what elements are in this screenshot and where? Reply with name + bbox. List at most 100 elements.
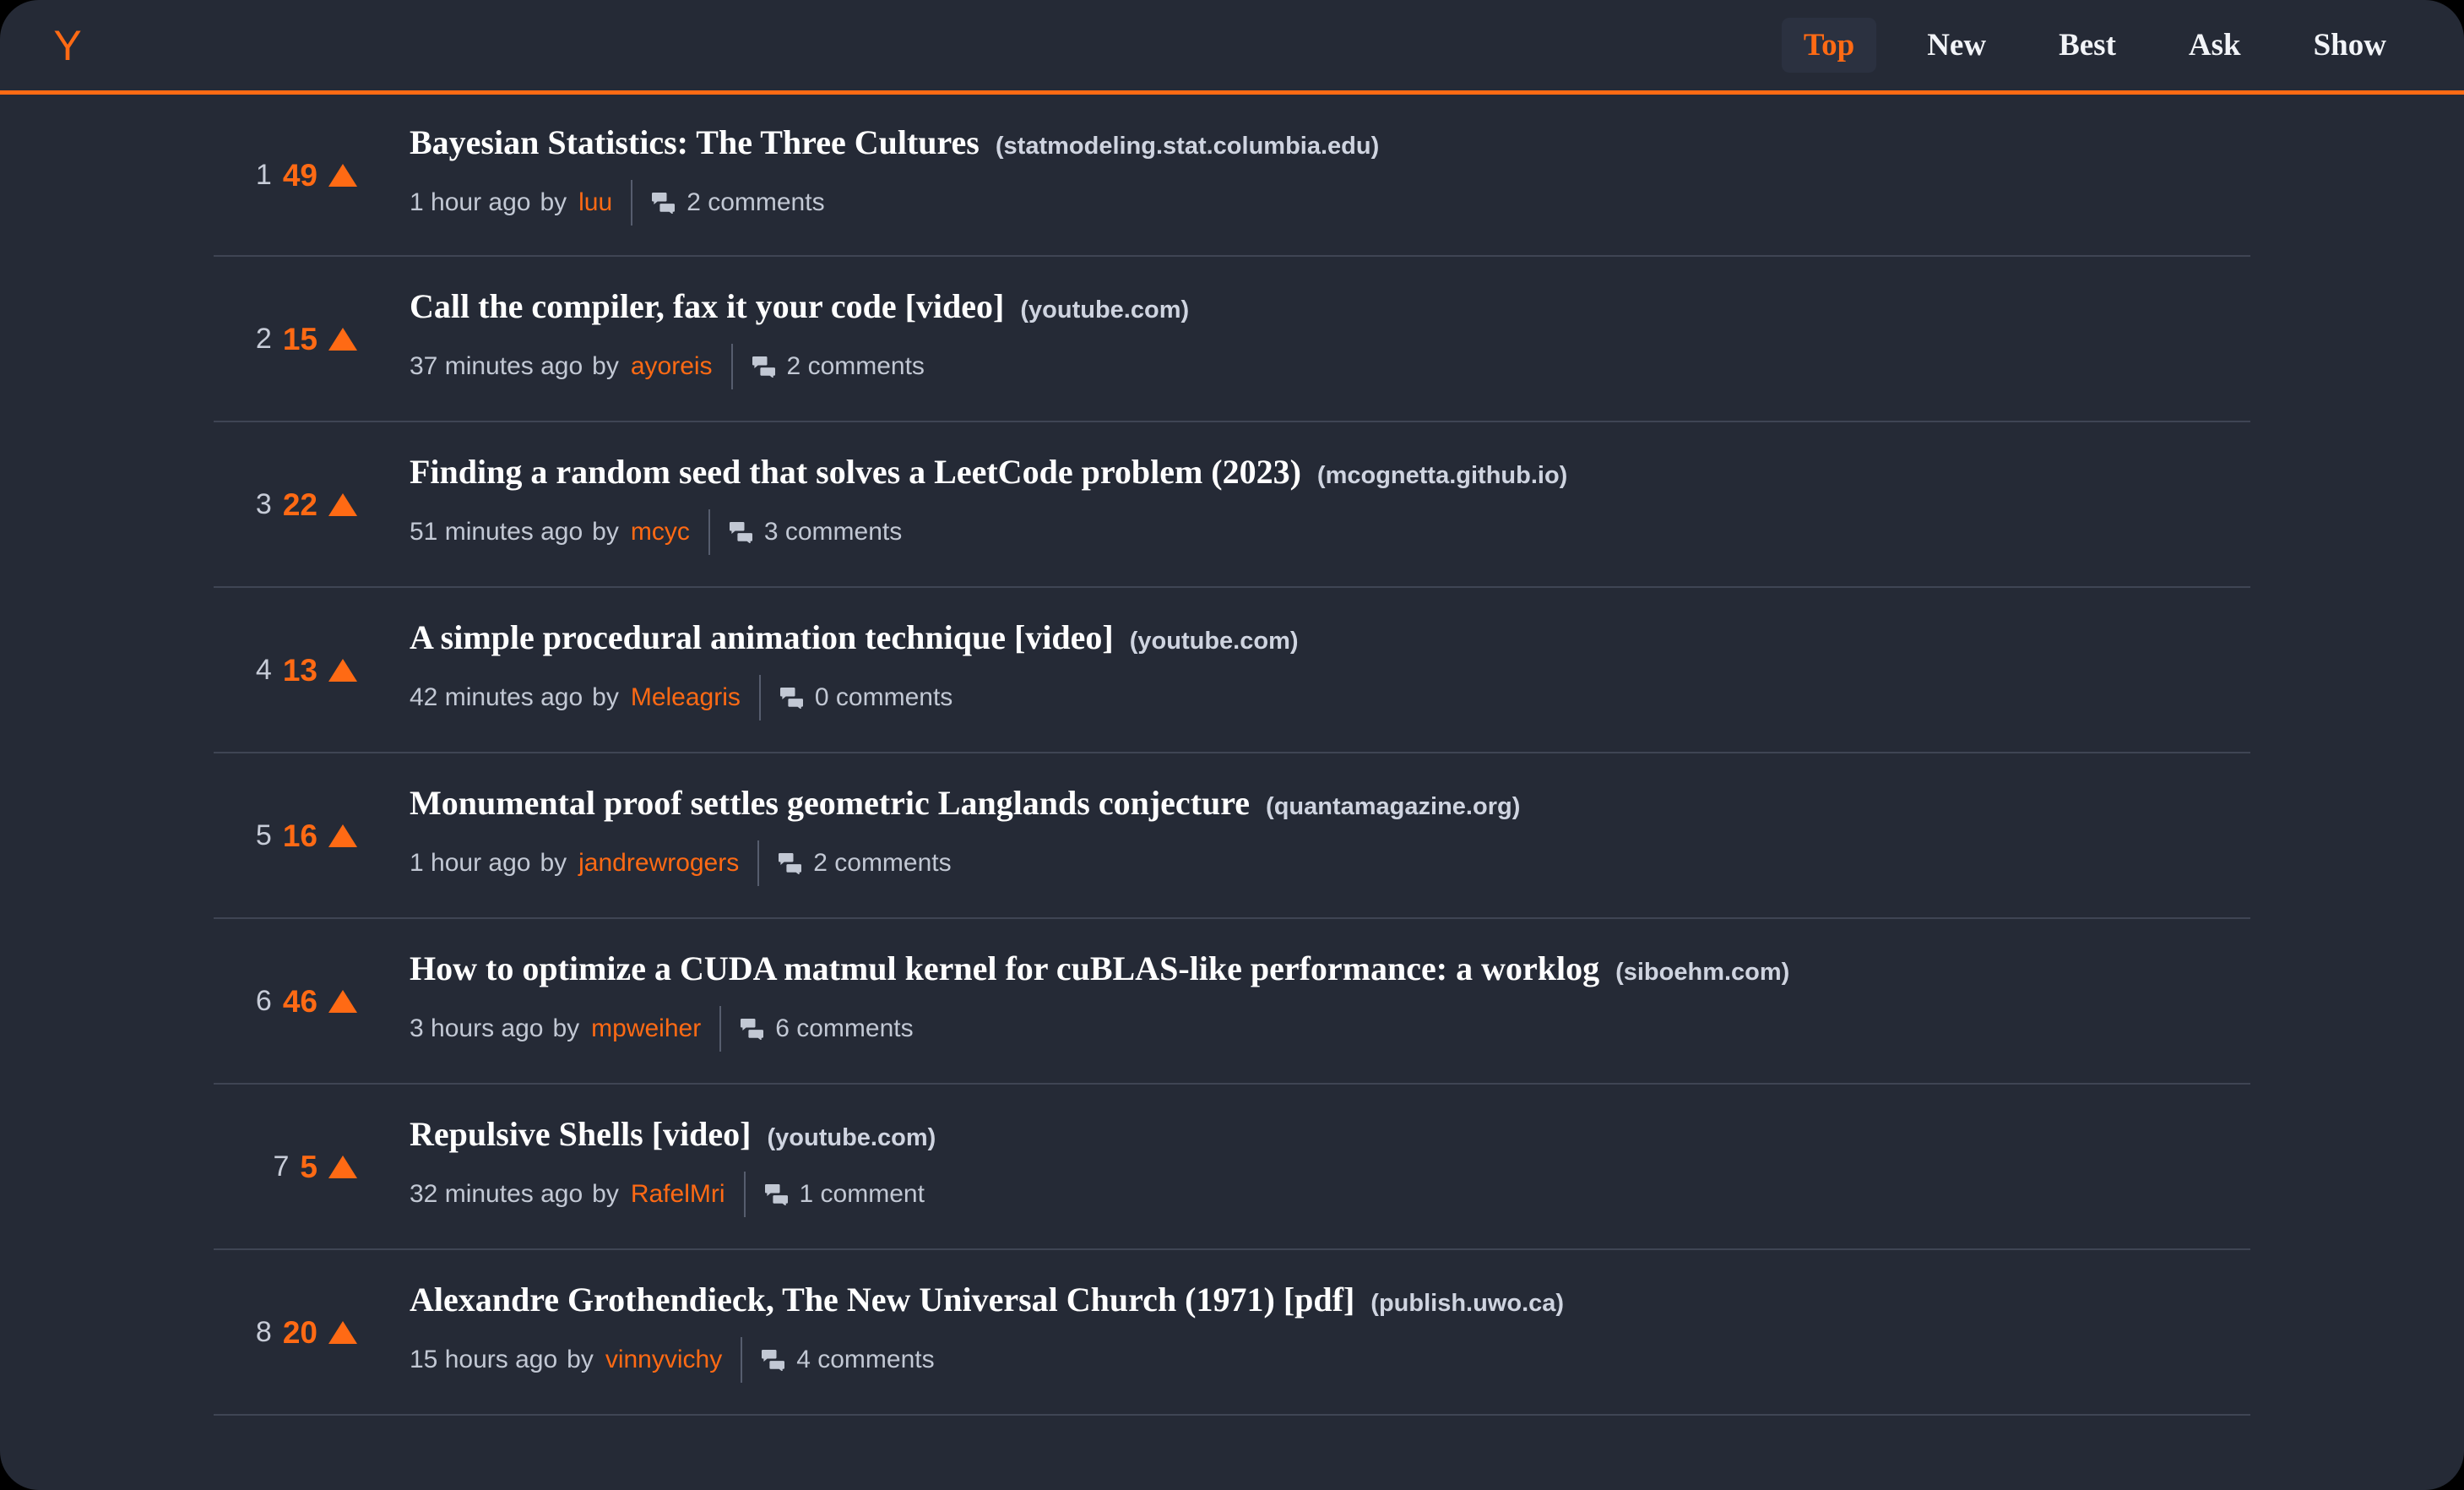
- story-meta-line: 3 hours ago by mpweiher 6 comments: [410, 1006, 2250, 1052]
- story-title-link[interactable]: Alexandre Grothendieck, The New Universa…: [410, 1281, 1354, 1319]
- story-title-link[interactable]: Finding a random seed that solves a Leet…: [410, 454, 1301, 491]
- meta-divider: [708, 509, 710, 555]
- rank-score-group: 7 5: [214, 1151, 357, 1183]
- main-nav: Top New Best Ask Show: [1781, 18, 2408, 73]
- story-score: 46: [282, 983, 317, 1019]
- story-title-line: Finding a random seed that solves a Leet…: [410, 454, 2250, 491]
- story-title-link[interactable]: How to optimize a CUDA matmul kernel for…: [410, 950, 1599, 987]
- story-main: Repulsive Shells [video] (youtube.com) 3…: [357, 1116, 2250, 1217]
- story-row: 2 15 Call the compiler, fax it your code…: [214, 257, 2250, 422]
- site-header: Y Top New Best Ask Show: [0, 0, 2464, 95]
- hacker-news-app: Y Top New Best Ask Show 1 49 Bayesian St…: [0, 0, 2464, 1490]
- story-author-link[interactable]: jandrewrogers: [578, 851, 739, 876]
- story-meta-line: 37 minutes ago by ayoreis 2 comments: [410, 344, 2250, 389]
- story-rank: 2: [255, 323, 272, 355]
- story-author-link[interactable]: Meleagris: [631, 685, 741, 710]
- story-rank: 1: [255, 159, 272, 191]
- nav-item-top[interactable]: Top: [1781, 18, 1877, 73]
- story-main: Finding a random seed that solves a Leet…: [357, 454, 2250, 555]
- story-author-link[interactable]: luu: [578, 190, 612, 215]
- story-rank: 8: [255, 1316, 272, 1348]
- upvote-arrow-icon[interactable]: [328, 658, 357, 682]
- story-by-label: by: [552, 1014, 580, 1042]
- story-by-label: by: [592, 518, 619, 546]
- upvote-arrow-icon[interactable]: [328, 492, 357, 516]
- story-main: Alexandre Grothendieck, The New Universa…: [357, 1281, 2250, 1383]
- story-domain-link[interactable]: (siboehm.com): [1615, 959, 1789, 987]
- story-score: 22: [282, 487, 317, 522]
- story-timestamp: 15 hours ago: [410, 1346, 558, 1373]
- story-rank: 4: [255, 654, 272, 686]
- story-by-label: by: [540, 188, 567, 216]
- nav-item-new[interactable]: New: [1905, 18, 2008, 73]
- story-comments-link[interactable]: 3 comments: [729, 519, 902, 545]
- y-combinator-logo[interactable]: Y: [44, 22, 91, 69]
- story-comments-link[interactable]: 2 comments: [752, 354, 925, 379]
- story-meta-line: 42 minutes ago by Meleagris 0 comments: [410, 675, 2250, 721]
- upvote-arrow-icon[interactable]: [328, 1155, 357, 1178]
- upvote-arrow-icon[interactable]: [328, 824, 357, 847]
- upvote-arrow-icon[interactable]: [328, 163, 357, 187]
- rank-score-group: 3 22: [214, 489, 357, 520]
- story-domain-link[interactable]: (statmodeling.stat.columbia.edu): [996, 133, 1379, 160]
- story-comments-link[interactable]: 6 comments: [740, 1014, 914, 1042]
- upvote-arrow-icon[interactable]: [328, 989, 357, 1013]
- comments-icon: [651, 192, 676, 214]
- rank-score-group: 1 49: [214, 160, 357, 191]
- story-meta-line: 1 hour ago by jandrewrogers 2 comments: [410, 840, 2250, 886]
- story-author-link[interactable]: mcyc: [631, 519, 690, 545]
- story-timestamp: 1 hour ago: [410, 188, 531, 216]
- story-row: 4 13 A simple procedural animation techn…: [214, 588, 2250, 753]
- story-timestamp: 37 minutes ago: [410, 352, 583, 380]
- upvote-arrow-icon[interactable]: [328, 327, 357, 351]
- story-comments-link[interactable]: 2 comments: [778, 851, 952, 876]
- story-title-link[interactable]: Monumental proof settles geometric Langl…: [410, 785, 1250, 822]
- story-main: Call the compiler, fax it your code [vid…: [357, 288, 2250, 389]
- story-comments-link[interactable]: 0 comments: [779, 685, 952, 710]
- story-domain-link[interactable]: (mcognetta.github.io): [1317, 462, 1567, 490]
- story-comments-link[interactable]: 2 comments: [651, 190, 825, 215]
- upvote-arrow-icon[interactable]: [328, 1320, 357, 1344]
- story-timestamp: 51 minutes ago: [410, 518, 583, 546]
- story-title-link[interactable]: Bayesian Statistics: The Three Cultures: [410, 124, 980, 161]
- story-domain-link[interactable]: (quantamagazine.org): [1266, 793, 1520, 821]
- story-author-link[interactable]: ayoreis: [631, 354, 713, 379]
- story-score: 16: [282, 818, 317, 853]
- nav-item-best[interactable]: Best: [2037, 18, 2138, 73]
- meta-divider: [743, 1172, 746, 1217]
- nav-item-ask[interactable]: Ask: [2167, 18, 2263, 73]
- story-domain-link[interactable]: (youtube.com): [1130, 628, 1299, 655]
- story-domain-link[interactable]: (youtube.com): [1020, 296, 1189, 324]
- story-row: 5 16 Monumental proof settles geometric …: [214, 753, 2250, 919]
- story-score: 5: [300, 1149, 317, 1184]
- nav-item-show[interactable]: Show: [2292, 18, 2408, 73]
- rank-score-group: 5 16: [214, 820, 357, 851]
- story-author-link[interactable]: vinnyvichy: [605, 1347, 722, 1373]
- story-comments-count: 6 comments: [775, 1014, 914, 1042]
- story-title-line: A simple procedural animation technique …: [410, 619, 2250, 656]
- story-author-link[interactable]: RafelMri: [631, 1182, 725, 1207]
- story-timestamp: 1 hour ago: [410, 849, 531, 877]
- meta-divider: [758, 675, 761, 721]
- story-comments-link[interactable]: 4 comments: [761, 1347, 935, 1373]
- story-title-link[interactable]: A simple procedural animation technique …: [410, 619, 1114, 656]
- story-timestamp: 42 minutes ago: [410, 683, 583, 711]
- story-rank: 7: [273, 1150, 290, 1183]
- story-title-link[interactable]: Call the compiler, fax it your code [vid…: [410, 288, 1004, 325]
- rank-score-group: 6 46: [214, 986, 357, 1017]
- rank-score-group: 4 13: [214, 655, 357, 686]
- story-title-link[interactable]: Repulsive Shells [video]: [410, 1116, 751, 1153]
- story-by-label: by: [592, 352, 619, 380]
- story-timestamp: 32 minutes ago: [410, 1180, 583, 1208]
- story-title-line: Bayesian Statistics: The Three Cultures …: [410, 124, 2250, 161]
- story-author-link[interactable]: mpweiher: [591, 1016, 701, 1041]
- story-main: Monumental proof settles geometric Langl…: [357, 785, 2250, 886]
- story-title-line: Monumental proof settles geometric Langl…: [410, 785, 2250, 822]
- story-row: 1 49 Bayesian Statistics: The Three Cult…: [214, 95, 2250, 257]
- story-comments-count: 1 comment: [799, 1180, 925, 1208]
- story-score: 15: [282, 321, 317, 356]
- story-title-line: How to optimize a CUDA matmul kernel for…: [410, 950, 2250, 987]
- story-comments-link[interactable]: 1 comment: [764, 1182, 925, 1207]
- story-domain-link[interactable]: (publish.uwo.ca): [1370, 1290, 1564, 1318]
- story-domain-link[interactable]: (youtube.com): [767, 1124, 936, 1152]
